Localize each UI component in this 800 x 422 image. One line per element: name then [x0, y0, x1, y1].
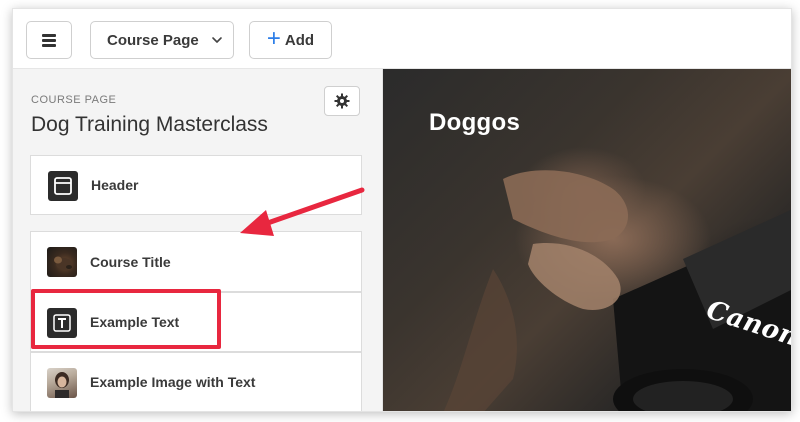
section-item-course-title[interactable]: Course Title — [30, 232, 362, 292]
section-item-label: Example Text — [90, 314, 180, 330]
section-item-header[interactable]: Header — [30, 155, 362, 215]
app-window: Course Page + Add COURSE PAGE Dog Traini… — [12, 8, 792, 412]
page-select-label: Course Page — [107, 31, 199, 49]
menu-button[interactable] — [26, 21, 72, 59]
add-button[interactable]: + Add — [249, 21, 332, 59]
page-select-dropdown[interactable]: Course Page — [90, 21, 234, 59]
section-item-example-image-with-text[interactable]: Example Image with Text — [30, 352, 362, 411]
section-item-label: Header — [91, 177, 139, 193]
toolbar: Course Page + Add — [13, 9, 791, 69]
plus-icon: + — [266, 24, 281, 52]
dog-photo-thumbnail — [47, 247, 77, 277]
portrait-photo-thumbnail — [47, 368, 77, 398]
gear-icon — [334, 93, 350, 109]
section-item-label: Course Title — [90, 253, 171, 270]
section-item-example-text[interactable]: Example Text — [30, 292, 362, 352]
add-button-label: Add — [284, 31, 315, 49]
page-preview[interactable]: Doggos Canon — [383, 69, 791, 411]
section-item-label: Example Image with Text — [90, 374, 256, 390]
layout-header-icon — [48, 171, 78, 201]
section-list: Course Title Example Text Example Image … — [30, 231, 362, 411]
hamburger-icon — [42, 34, 56, 47]
sidebar-eyebrow: COURSE PAGE — [31, 94, 117, 106]
text-T-icon — [47, 308, 77, 338]
chevron-down-icon — [211, 37, 222, 43]
settings-button[interactable] — [324, 86, 360, 116]
hero-title: Doggos — [429, 109, 521, 136]
sidebar: COURSE PAGE Dog Training Masterclass Hea… — [13, 69, 383, 411]
page-title: Dog Training Masterclass — [31, 113, 268, 136]
